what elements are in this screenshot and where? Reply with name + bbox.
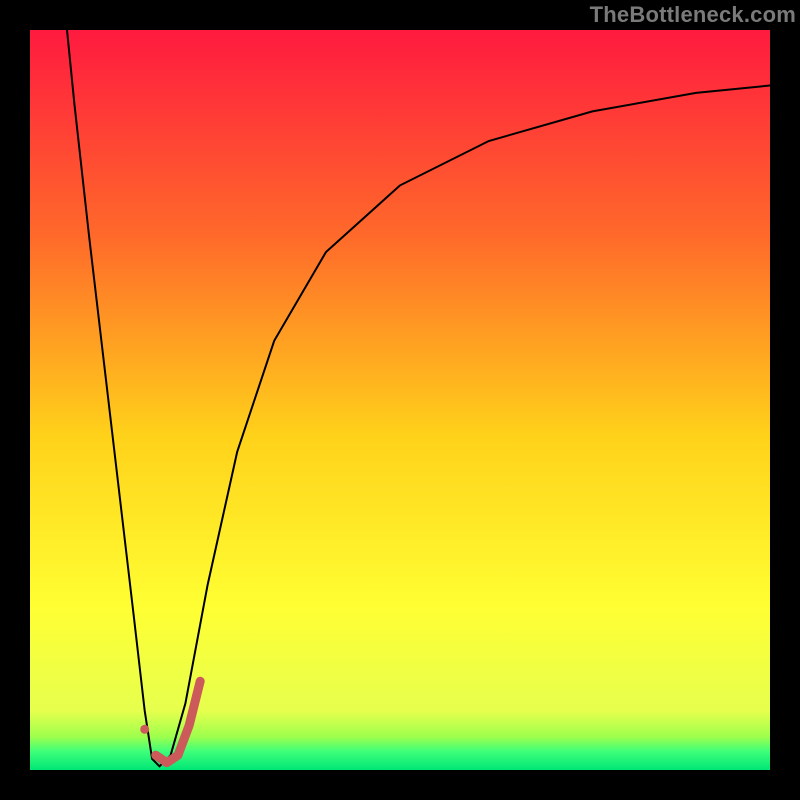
marker-layer (140, 725, 149, 734)
chart-svg (30, 30, 770, 770)
plot-area (30, 30, 770, 770)
marker-dot (140, 725, 149, 734)
chart-background (30, 30, 770, 770)
chart-frame: TheBottleneck.com (0, 0, 800, 800)
watermark-text: TheBottleneck.com (590, 2, 796, 28)
